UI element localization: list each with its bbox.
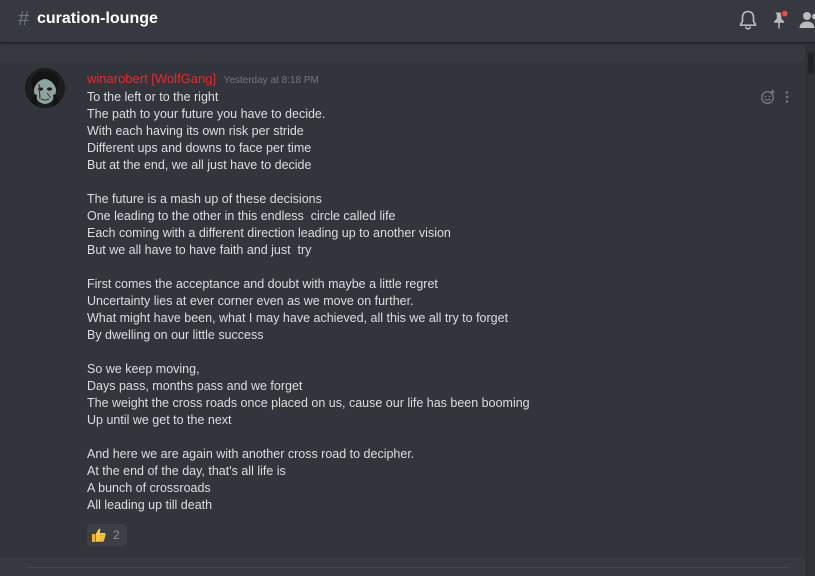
thumbs-up-icon (92, 528, 106, 542)
pin-icon[interactable] (767, 8, 791, 32)
notification-dot (780, 9, 789, 18)
message-line: The weight the cross roads once placed o… (87, 396, 530, 410)
message-header: winarobert [WolfGang] Yesterday at 8:18 … (87, 70, 319, 88)
avatar-image (25, 68, 65, 108)
message-line: A bunch of crossroads (87, 481, 211, 495)
message-line: With each having its own risk per stride (87, 124, 304, 138)
message-line: All leading up till death (87, 498, 213, 512)
avatar[interactable] (25, 68, 65, 108)
scrollbar-thumb[interactable] (808, 52, 814, 74)
message-timestamp: Yesterday at 8:18 PM (223, 75, 319, 86)
chat-window: # curation-lounge winarobert [WolfGang] … (0, 0, 815, 576)
message-line: The path to your future you have to deci… (87, 107, 326, 121)
scrollbar-track[interactable] (805, 45, 815, 576)
channel-name: curation-lounge (37, 10, 158, 27)
message-line: The future is a mash up of these decisio… (87, 192, 322, 206)
message-line: But we all have to have faith and just t… (87, 243, 312, 257)
channel-header: # curation-lounge (0, 0, 815, 43)
message-line: One leading to the other in this endless… (87, 209, 396, 223)
message-line: First comes the acceptance and doubt wit… (87, 277, 438, 291)
message-line: At the end of the day, that's all life i… (87, 464, 286, 478)
message-line: Different ups and downs to face per time (87, 141, 312, 155)
message-line: And here we are again with another cross… (87, 447, 415, 461)
channel-hash-icon: # (18, 8, 30, 30)
message-line: What might have been, what I may have ac… (87, 311, 509, 325)
message-content: To the left or to the right The path to y… (87, 89, 767, 514)
message-actions (760, 89, 796, 105)
message-line (87, 174, 767, 191)
message-line (87, 259, 767, 276)
message-line: By dwelling on our little success (87, 328, 264, 342)
reaction-thumbs-up[interactable]: 2 (87, 524, 127, 546)
more-options-icon[interactable] (782, 89, 792, 105)
add-reaction-icon[interactable] (760, 89, 776, 105)
members-icon[interactable] (797, 8, 815, 32)
message-line: But at the end, we all just have to deci… (87, 158, 312, 172)
message-line: Days pass, months pass and we forget (87, 379, 303, 393)
bell-icon[interactable] (736, 8, 760, 32)
message-line: Each coming with a different direction l… (87, 226, 451, 240)
message-line: Up until we get to the next (87, 413, 232, 427)
message-line: So we keep moving, (87, 362, 200, 376)
message-group: winarobert [WolfGang] Yesterday at 8:18 … (0, 62, 805, 557)
message-line (87, 344, 767, 361)
message-line: To the left or to the right (87, 90, 219, 104)
reaction-count: 2 (113, 528, 120, 542)
message-line (87, 429, 767, 446)
author-name[interactable]: winarobert [WolfGang] (87, 71, 216, 86)
message-divider (26, 567, 790, 568)
message-line: Uncertainty lies at ever corner even as … (87, 294, 414, 308)
